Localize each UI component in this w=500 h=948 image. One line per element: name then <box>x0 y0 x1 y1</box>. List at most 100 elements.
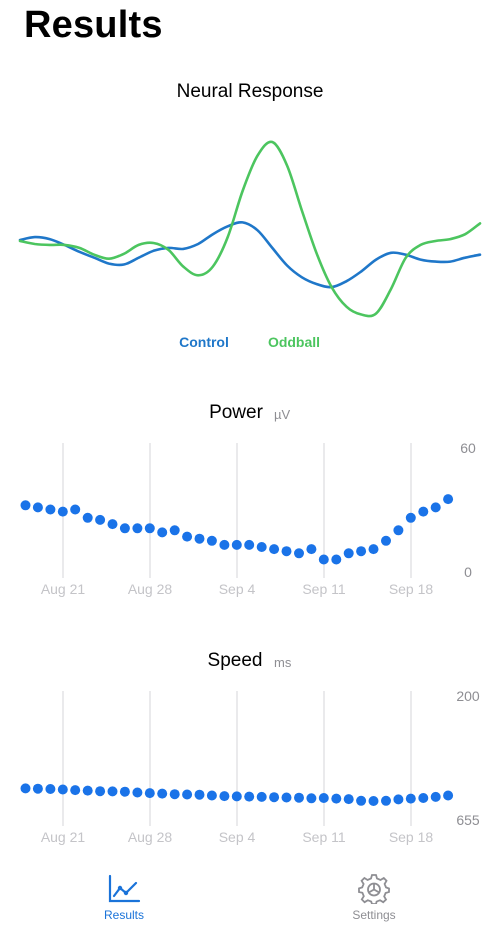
data-point <box>107 786 118 797</box>
tab-bar: Results Settings <box>0 862 500 948</box>
data-point <box>393 794 404 805</box>
x-tick-label: Sep 11 <box>302 581 346 597</box>
data-point <box>219 539 230 550</box>
data-point <box>95 514 106 525</box>
tab-results[interactable]: Results <box>74 874 174 922</box>
data-point <box>119 786 130 797</box>
x-tick-label: Sep 18 <box>389 829 434 845</box>
data-point <box>418 793 429 803</box>
data-point <box>318 554 329 565</box>
data-point <box>306 544 317 555</box>
data-point <box>107 519 118 530</box>
speed-chart: Speed ms Aug 21 Aug 28 Sep 4 Sep 11 Sep 18 2… <box>20 650 480 845</box>
chart-icon <box>108 874 141 903</box>
speed-unit: ms <box>274 655 292 670</box>
data-point <box>231 791 242 802</box>
data-point <box>206 790 217 801</box>
data-point <box>331 554 342 565</box>
x-tick-label: Aug 21 <box>41 581 86 597</box>
data-point <box>306 793 317 804</box>
data-point <box>405 793 416 804</box>
data-point <box>32 502 43 513</box>
data-point <box>32 783 43 794</box>
data-point <box>57 506 68 517</box>
data-point <box>269 792 280 803</box>
data-point <box>144 523 155 534</box>
x-tick-label: Aug 28 <box>128 829 173 845</box>
data-point <box>381 535 391 546</box>
speed-y-bottom-label: 655 <box>456 812 480 828</box>
power-y-max-label: 60 <box>460 440 476 456</box>
data-point <box>331 793 342 804</box>
data-point <box>294 548 304 559</box>
data-point <box>169 525 180 536</box>
data-point <box>393 525 404 536</box>
data-point <box>119 523 130 534</box>
speed-title: Speed <box>208 650 263 671</box>
data-point <box>343 794 354 805</box>
data-point <box>132 787 143 798</box>
x-tick-label: Sep 4 <box>219 581 256 597</box>
power-title: Power <box>209 402 264 423</box>
data-point <box>356 795 367 806</box>
data-point <box>57 784 68 795</box>
data-point <box>219 791 230 802</box>
legend-oddball: Oddball <box>268 334 320 350</box>
data-point <box>144 788 155 799</box>
data-point <box>231 539 242 550</box>
data-point <box>430 791 441 802</box>
data-point <box>405 512 416 523</box>
data-point <box>443 494 454 505</box>
data-point <box>157 788 168 799</box>
data-point <box>20 500 31 511</box>
data-point <box>343 548 354 559</box>
speed-y-top-label: 200 <box>456 688 480 704</box>
data-point <box>368 796 379 806</box>
data-point <box>70 785 81 796</box>
data-point <box>281 792 292 803</box>
data-point <box>132 523 143 534</box>
data-point <box>318 793 329 803</box>
x-tick-label: Sep 11 <box>302 829 346 845</box>
data-point <box>45 504 56 515</box>
data-point <box>244 791 255 802</box>
power-y-min-label: 0 <box>464 564 472 580</box>
page-title: Results <box>24 4 163 46</box>
data-point <box>194 789 205 800</box>
neural-response-title: Neural Response <box>177 81 324 102</box>
data-point <box>443 790 454 801</box>
x-tick-label: Sep 18 <box>389 581 434 597</box>
data-point <box>206 535 217 546</box>
power-chart: Power µV Aug 21 Aug 28 Sep 4 Sep 11 Sep 18 6… <box>20 402 476 597</box>
data-point <box>430 502 441 513</box>
data-point <box>169 789 180 800</box>
series-line-control <box>18 220 482 289</box>
legend-control: Control <box>179 334 229 350</box>
data-point <box>244 539 255 550</box>
x-tick-label: Aug 28 <box>128 581 173 597</box>
tab-settings-label: Settings <box>352 908 396 922</box>
data-point <box>418 506 429 517</box>
data-point <box>194 533 205 544</box>
data-point <box>381 795 391 806</box>
power-unit: µV <box>274 407 290 422</box>
data-point <box>82 512 93 523</box>
tab-results-label: Results <box>103 908 144 922</box>
data-point <box>356 546 367 557</box>
data-point <box>281 546 292 557</box>
gear-icon <box>358 874 390 904</box>
data-point <box>294 792 304 803</box>
data-point <box>256 542 267 552</box>
data-point <box>70 504 81 515</box>
data-point <box>82 785 93 796</box>
data-point <box>368 544 379 555</box>
data-point <box>157 527 168 538</box>
data-point <box>256 791 267 802</box>
tab-settings[interactable]: Settings <box>324 874 424 922</box>
data-point <box>45 784 56 794</box>
data-point <box>20 783 31 794</box>
series-line-oddball <box>18 140 482 318</box>
data-point <box>182 531 193 542</box>
data-point <box>95 786 106 797</box>
x-tick-label: Aug 21 <box>41 829 86 845</box>
